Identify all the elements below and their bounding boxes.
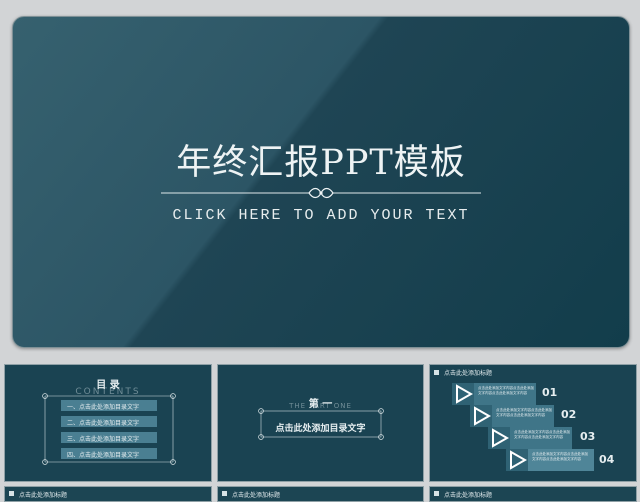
main-subtitle: CLICK HERE TO ADD YOUR TEXT — [172, 207, 470, 224]
contents-item-label: 三、点击此处添加目录文字 — [67, 435, 140, 443]
contents-item-bar[interactable]: 四、点击此处添加目录文字 — [61, 448, 157, 459]
contents-item-bar[interactable]: 二、点击此处添加目录文字 — [61, 416, 157, 427]
slide-header-title: 点击此处添加标题 — [19, 492, 68, 499]
contents-item-label: 二、点击此处添加目录文字 — [67, 419, 140, 427]
step-number: 04 — [599, 453, 615, 466]
slide-header-title: 点击此处添加标题 — [444, 370, 493, 377]
header-marker — [9, 491, 14, 496]
slide-thumbnail-contents[interactable]: CONTENTS 目 录 一、点击此处添加目录文字 二、点击此处添加目录文字 三… — [4, 364, 212, 482]
header-marker — [222, 491, 227, 496]
contents-item-label: 一、点击此处添加目录文字 — [67, 403, 140, 411]
step-number: 03 — [580, 430, 596, 443]
header-marker — [434, 491, 439, 496]
contents-item-bar[interactable]: 一、点击此处添加目录文字 — [61, 400, 157, 411]
step-text: 点击此处添加文字内容点击此处添加文字内容点击此处添加文字内容 — [478, 386, 534, 395]
part-one-label: 点击此处添加目录文字 — [275, 424, 366, 434]
step-text: 点击此处添加文字内容点击此处添加文字内容点击此处添加文字内容 — [532, 452, 588, 461]
slide-thumbnail-part-one[interactable]: THE PART ONE 第 一 点击此处添加目录文字 — [217, 364, 424, 482]
slide-header-title: 点击此处添加标题 — [232, 492, 281, 499]
play-triangle-icon — [452, 383, 474, 405]
step-text: 点击此处添加文字内容点击此处添加文字内容点击此处添加文字内容 — [496, 408, 552, 417]
play-triangle-icon — [470, 405, 492, 427]
title-divider-ornament — [161, 187, 481, 199]
slide-header-title: 点击此处添加标题 — [444, 492, 493, 499]
step-number: 02 — [561, 408, 577, 421]
main-title: 年终汇报PPT模板 — [176, 143, 466, 183]
slide-thumbnail-steps[interactable]: 点击此处添加标题 点击此处添加文字内容点击此处添加文字内容点击此处添加文字内容 … — [429, 364, 637, 482]
main-slide[interactable]: 年终汇报PPT模板 CLICK HERE TO ADD YOUR TEXT — [12, 16, 630, 348]
header-marker — [434, 370, 439, 375]
play-triangle-icon — [506, 449, 528, 471]
step-text: 点击此处添加文字内容点击此处添加文字内容点击此处添加文字内容 — [514, 430, 570, 439]
play-triangle-icon — [488, 427, 510, 449]
contents-item-label: 四、点击此处添加目录文字 — [67, 451, 140, 459]
contents-item-bar[interactable]: 三、点击此处添加目录文字 — [61, 432, 157, 443]
step-number: 01 — [542, 386, 558, 399]
